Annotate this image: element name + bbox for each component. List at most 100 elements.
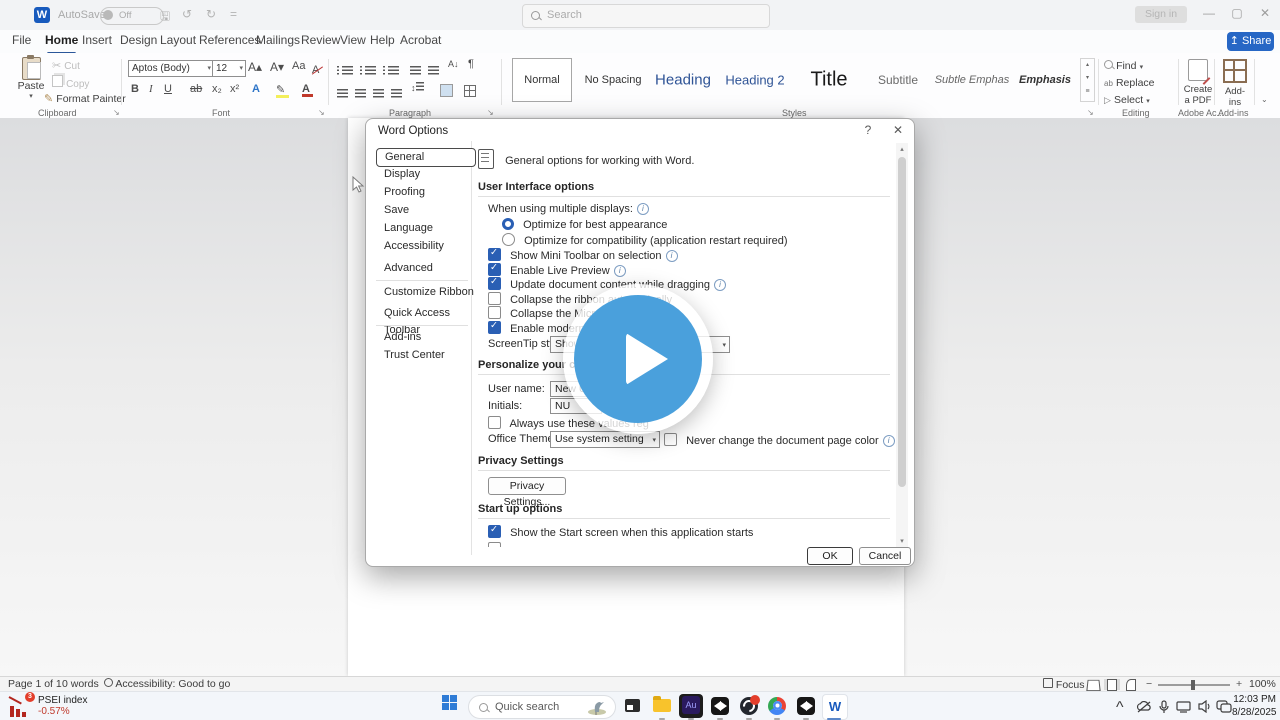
dialog-help-icon[interactable]: ?	[860, 123, 876, 137]
tab-home[interactable]: Home	[45, 33, 78, 55]
share-button[interactable]: ↥ Share ▾	[1227, 32, 1274, 65]
close-button[interactable]: ✕	[1256, 6, 1274, 20]
zoom-level[interactable]: 100%	[1249, 678, 1276, 691]
styles-gallery-scroll[interactable]: ▴ ▾ ≡	[1080, 58, 1095, 102]
style-normal[interactable]: Normal	[512, 58, 572, 102]
speaker-icon[interactable]	[1198, 700, 1212, 713]
tab-acrobat[interactable]: Acrobat	[400, 33, 441, 51]
web-layout-button[interactable]	[1123, 679, 1139, 691]
styles-more-icon[interactable]: ≡	[1081, 85, 1094, 98]
shrink-font-button[interactable]: A▾	[270, 60, 284, 74]
ok-button[interactable]: OK	[807, 547, 853, 565]
style-title[interactable]: Title	[794, 58, 864, 102]
dialog-scrollbar[interactable]: ▴ ▾	[896, 143, 908, 547]
audition-button[interactable]: Au	[679, 694, 703, 718]
copy-button[interactable]: Copy	[52, 75, 89, 90]
text-effects-button[interactable]: A	[252, 83, 260, 95]
checkbox-page-color[interactable]: Never change the document page color	[664, 433, 895, 447]
start-button[interactable]	[437, 694, 461, 718]
tab-mailings[interactable]: Mailings	[256, 33, 300, 51]
focus-mode-button[interactable]: Focus	[1043, 678, 1085, 691]
privacy-settings-button[interactable]: Privacy Settings...	[488, 477, 566, 508]
widget-stock-icon[interactable]: 3	[8, 692, 35, 719]
taskbar-search[interactable]: Quick search	[468, 695, 616, 719]
show-marks-button[interactable]: ¶	[468, 58, 474, 70]
clear-formatting-button[interactable]: A	[312, 64, 319, 76]
app-button-1[interactable]	[708, 694, 732, 718]
play-button-circle[interactable]	[574, 295, 702, 423]
italic-button[interactable]: I	[149, 83, 153, 95]
microphone-icon[interactable]	[1158, 700, 1170, 714]
read-mode-button[interactable]	[1085, 679, 1101, 692]
checkbox-start-screen[interactable]: Show the Start screen when this applicat…	[488, 524, 753, 539]
style-no-spacing[interactable]: No Spacing	[579, 58, 647, 102]
word-count[interactable]: 0 words	[62, 678, 99, 691]
zoom-slider-thumb[interactable]	[1191, 680, 1195, 690]
bullets-button[interactable]	[337, 62, 353, 80]
nav-accessibility[interactable]: Accessibility	[376, 238, 474, 255]
multilevel-list-button[interactable]	[383, 62, 399, 80]
highlight-button[interactable]: ✎	[276, 83, 289, 98]
tab-layout[interactable]: Layout	[160, 33, 196, 51]
nav-advanced[interactable]: Advanced	[376, 260, 474, 277]
widget-value[interactable]: -0.57%	[38, 706, 70, 717]
font-name-combo[interactable]: Aptos (Body) ▾	[128, 60, 214, 77]
taskbar-clock[interactable]: 12:03 PM 8/28/2025	[1232, 694, 1277, 719]
nav-trust-center[interactable]: Trust Center	[376, 347, 474, 364]
info-icon[interactable]	[714, 279, 727, 291]
zoom-in-button[interactable]: +	[1236, 678, 1242, 691]
font-dialog-launcher[interactable]: ↘	[318, 108, 325, 117]
bold-button[interactable]: B	[131, 83, 139, 95]
style-subtle-emphasis[interactable]: Subtle Emphas	[932, 58, 1012, 102]
underline-button[interactable]: U	[164, 83, 172, 95]
replace-button[interactable]: ab Replace	[1104, 77, 1155, 89]
tab-file[interactable]: File	[12, 33, 31, 51]
sign-in-button[interactable]: Sign in	[1135, 6, 1187, 23]
tray-expand-icon[interactable]: ^	[1116, 699, 1124, 717]
nav-general[interactable]: General	[376, 148, 476, 167]
file-explorer-button[interactable]	[650, 694, 674, 718]
nav-save[interactable]: Save	[376, 202, 474, 219]
find-button[interactable]: Find ▾	[1104, 60, 1143, 72]
app-button-2[interactable]	[737, 694, 761, 718]
checkbox-update-dragging[interactable]: Update document content while dragging	[488, 276, 727, 291]
align-right-button[interactable]	[373, 85, 384, 103]
accessibility-status[interactable]: Accessibility: Good to go	[104, 678, 230, 691]
nav-proofing[interactable]: Proofing	[376, 184, 474, 201]
align-left-button[interactable]	[337, 85, 348, 103]
undo-icon[interactable]: ↺	[182, 7, 192, 21]
format-painter-button[interactable]: ✎ Format Painter	[44, 92, 126, 105]
nav-display[interactable]: Display	[376, 166, 474, 183]
redo-icon[interactable]: ↻	[206, 7, 216, 21]
styles-scroll-down-icon[interactable]: ▾	[1081, 72, 1094, 85]
widget-title[interactable]: PSEI index	[38, 695, 87, 706]
scroll-up-icon[interactable]: ▴	[896, 145, 908, 153]
tab-references[interactable]: References	[199, 33, 260, 51]
styles-dialog-launcher[interactable]: ↘	[1087, 108, 1094, 117]
clipboard-dialog-launcher[interactable]: ↘	[113, 108, 120, 117]
checkbox-mini-toolbar[interactable]: Show Mini Toolbar on selection	[488, 247, 678, 262]
print-layout-button[interactable]	[1104, 679, 1120, 691]
minimize-button[interactable]: —	[1200, 6, 1218, 20]
line-spacing-button[interactable]: ↕	[411, 82, 424, 93]
cast-display-icon[interactable]	[1176, 701, 1192, 713]
onedrive-paused-icon[interactable]	[1136, 701, 1152, 713]
justify-button[interactable]	[391, 85, 402, 103]
select-button[interactable]: ▷ Select ▾	[1104, 94, 1150, 106]
tab-view[interactable]: View	[340, 33, 366, 51]
nav-quick-access-toolbar[interactable]: Quick Access Toolbar	[376, 305, 474, 336]
checkbox-live-preview[interactable]: Enable Live Preview	[488, 262, 626, 277]
font-size-combo[interactable]: 12 ▾	[212, 60, 246, 77]
scrollbar-thumb[interactable]	[898, 157, 906, 487]
increase-indent-button[interactable]	[428, 62, 439, 80]
info-icon[interactable]	[882, 435, 895, 447]
save-icon[interactable]: 🖫	[160, 7, 170, 28]
shading-button[interactable]	[440, 84, 453, 97]
chrome-button[interactable]	[765, 694, 789, 718]
align-center-button[interactable]	[355, 85, 366, 103]
nav-language[interactable]: Language	[376, 220, 474, 237]
nav-customize-ribbon[interactable]: Customize Ribbon	[376, 284, 474, 301]
cancel-button[interactable]: Cancel	[859, 547, 911, 565]
radio-compatibility[interactable]: Optimize for compatibility (application …	[502, 233, 788, 247]
maximize-button[interactable]: ▢	[1228, 6, 1246, 20]
